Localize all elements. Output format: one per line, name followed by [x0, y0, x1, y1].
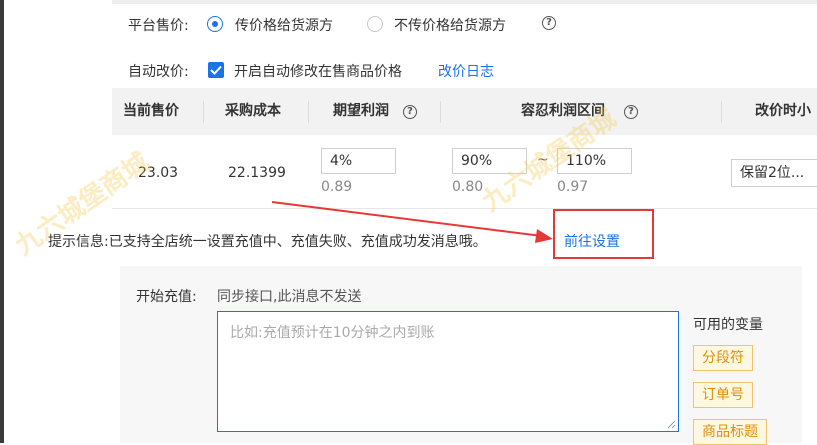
- th-reprice-decimal: 改价时小: [755, 103, 811, 119]
- expected-profit-value: 0.89: [321, 179, 353, 195]
- tolerance-max-input[interactable]: 110%: [557, 148, 632, 174]
- go-settings-link[interactable]: 前往设置: [564, 231, 620, 251]
- th-purchase-cost: 采购成本: [225, 103, 281, 119]
- help-icon[interactable]: ?: [403, 105, 417, 119]
- tolerance-min-input[interactable]: 90%: [452, 148, 527, 174]
- cell-purchase-cost: 22.1399: [228, 165, 286, 181]
- column-divider: [203, 101, 204, 123]
- radio-pass-price-label[interactable]: 传价格给货源方: [235, 15, 333, 35]
- th-tolerance-range: 容忍利润区间: [521, 103, 605, 119]
- decimal-select[interactable]: 保留2位...: [731, 159, 817, 187]
- reprice-log-link[interactable]: 改价日志: [438, 61, 494, 81]
- cell-current-price: 23.03: [138, 165, 179, 181]
- radio-no-pass-price-label[interactable]: 不传价格给货源方: [394, 15, 506, 35]
- tolerance-max-value: 0.97: [557, 179, 589, 195]
- window-left-edge: [0, 0, 4, 443]
- tolerance-min-value: 0.80: [452, 179, 484, 195]
- help-icon[interactable]: ?: [542, 16, 556, 30]
- column-divider: [308, 101, 309, 123]
- radio-pass-price[interactable]: [207, 16, 223, 32]
- help-icon[interactable]: ?: [624, 105, 638, 119]
- auto-reprice-label: 自动改价:: [128, 64, 189, 80]
- column-divider: [440, 101, 441, 123]
- start-recharge-note: 同步接口,此消息不发送: [217, 289, 362, 305]
- expected-profit-input[interactable]: 4%: [321, 148, 396, 174]
- variables-title: 可用的变量: [693, 317, 763, 333]
- resize-handle-icon[interactable]: [667, 420, 676, 429]
- th-expected-profit: 期望利润: [333, 103, 389, 119]
- variable-chip-order-no[interactable]: 订单号: [693, 382, 753, 408]
- range-separator: ~: [537, 152, 549, 168]
- auto-reprice-checkbox[interactable]: [208, 62, 224, 78]
- price-sync-label: 平台售价:: [128, 18, 189, 34]
- message-placeholder: 比如:充值预计在10分钟之内到账: [230, 325, 435, 341]
- radio-no-pass-price[interactable]: [367, 16, 383, 32]
- column-divider: [721, 101, 722, 123]
- variable-chip-product-title[interactable]: 商品标题: [693, 419, 767, 445]
- notice-text: 提示信息:已支持全店统一设置充值中、充值失败、充值成功发消息哦。: [48, 234, 487, 250]
- top-divider: [112, 0, 817, 4]
- start-recharge-label: 开始充值:: [136, 289, 197, 305]
- auto-reprice-checkbox-label[interactable]: 开启自动修改在售商品价格: [234, 61, 402, 81]
- variable-chip-segment[interactable]: 分段符: [693, 345, 753, 371]
- th-current-price: 当前售价: [123, 103, 179, 119]
- check-icon: [210, 65, 222, 75]
- table-header: [112, 88, 817, 135]
